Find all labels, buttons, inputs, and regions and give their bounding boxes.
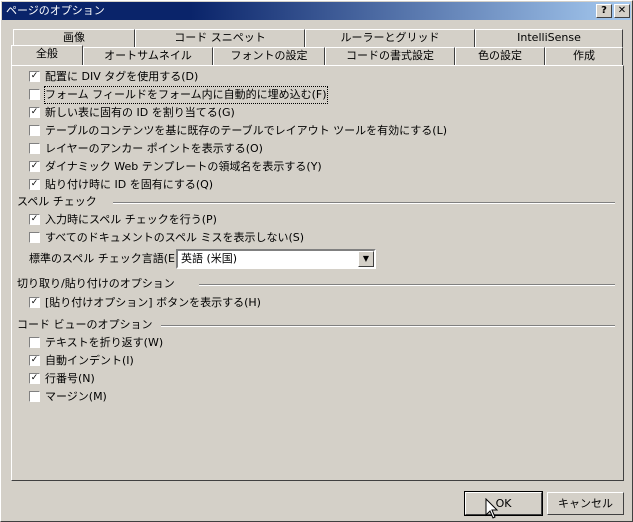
checkbox-label: 入力時にスペル チェックを行う(P)	[45, 213, 217, 226]
tab-color-settings[interactable]: 色の設定	[455, 47, 545, 65]
checkbox-label: マージン(M)	[45, 390, 107, 403]
checkbox-box[interactable]: ✓	[29, 297, 40, 308]
checkbox-label: レイヤーのアンカー ポイントを表示する(O)	[45, 142, 263, 155]
divider	[161, 325, 615, 327]
checkbox-box[interactable]: ✓	[29, 355, 40, 366]
checkbox-label: ダイナミック Web テンプレートの領域名を表示する(Y)	[45, 160, 322, 173]
tab-intellisense[interactable]: IntelliSense	[475, 29, 623, 47]
tab-general[interactable]: 全般	[11, 45, 83, 65]
checkbox-label: 行番号(N)	[45, 372, 95, 385]
checkbox-box[interactable]	[29, 337, 40, 348]
checkbox-box[interactable]: ✓	[29, 179, 40, 190]
dialog-title: ページのオプション	[6, 4, 105, 17]
dropdown-arrow-icon[interactable]: ▼	[358, 251, 374, 267]
checkbox-box[interactable]: ✓	[29, 71, 40, 82]
checkbox-label: テーブルのコンテンツを基に既存のテーブルでレイアウト ツールを有効にする(L)	[45, 124, 447, 137]
checkbox-box[interactable]	[29, 391, 40, 402]
tab-font-settings[interactable]: フォントの設定	[213, 47, 325, 65]
group-heading-spell-check: スペル チェック	[17, 195, 97, 208]
ok-button[interactable]: OK	[464, 491, 543, 516]
spell-language-select[interactable]: 英語 (米国) ▼	[176, 249, 376, 269]
page-options-dialog: ページのオプション ? ✕ 画像 コード スニペット ルーラーとグリッド Int…	[0, 0, 633, 522]
checkbox-label: 新しい表に固有の ID を割り当てる(G)	[45, 106, 235, 119]
checkbox-label: [貼り付けオプション] ボタンを表示する(H)	[45, 296, 261, 309]
checkbox-box[interactable]: ✓	[29, 107, 40, 118]
checkbox-box[interactable]	[29, 89, 40, 100]
mouse-cursor-icon	[485, 498, 499, 519]
checkbox-label: すべてのドキュメントのスペル ミスを表示しない(S)	[45, 231, 305, 244]
checkbox-box[interactable]: ✓	[29, 214, 40, 225]
tab-code-formatting[interactable]: コードの書式設定	[325, 47, 455, 65]
divider	[113, 202, 615, 204]
title-bar: ページのオプション ? ✕	[2, 2, 631, 20]
checkbox-box[interactable]	[29, 232, 40, 243]
checkbox-box[interactable]	[29, 143, 40, 154]
checkbox-label: フォーム フィールドをフォーム内に自動的に埋め込む(F)	[44, 86, 328, 104]
help-button[interactable]: ?	[596, 4, 612, 18]
checkbox-label: 貼り付け時に ID を固有にする(Q)	[45, 178, 214, 191]
checkbox-box[interactable]	[29, 125, 40, 136]
spell-language-label: 標準のスペル チェック言語(E):	[29, 252, 183, 265]
checkbox-box[interactable]: ✓	[29, 161, 40, 172]
tab-rulers-grid[interactable]: ルーラーとグリッド	[305, 29, 475, 47]
group-heading-code-view: コード ビューのオプション	[17, 318, 153, 331]
group-heading-cut-paste: 切り取り/貼り付けのオプション	[17, 277, 175, 290]
checkbox-label: テキストを折り返す(W)	[45, 336, 164, 349]
tab-code-snippets[interactable]: コード スニペット	[135, 29, 305, 47]
checkbox-label: 配置に DIV タグを使用する(D)	[45, 70, 199, 83]
close-button[interactable]: ✕	[614, 4, 630, 18]
spell-language-value: 英語 (米国)	[181, 252, 238, 265]
divider	[199, 284, 615, 286]
tab-auto-thumbnail[interactable]: オートサムネイル	[83, 47, 213, 65]
checkbox-box[interactable]: ✓	[29, 373, 40, 384]
tab-authoring[interactable]: 作成	[545, 47, 623, 65]
cancel-button[interactable]: キャンセル	[547, 492, 624, 515]
checkbox-label: 自動インデント(I)	[45, 354, 134, 367]
